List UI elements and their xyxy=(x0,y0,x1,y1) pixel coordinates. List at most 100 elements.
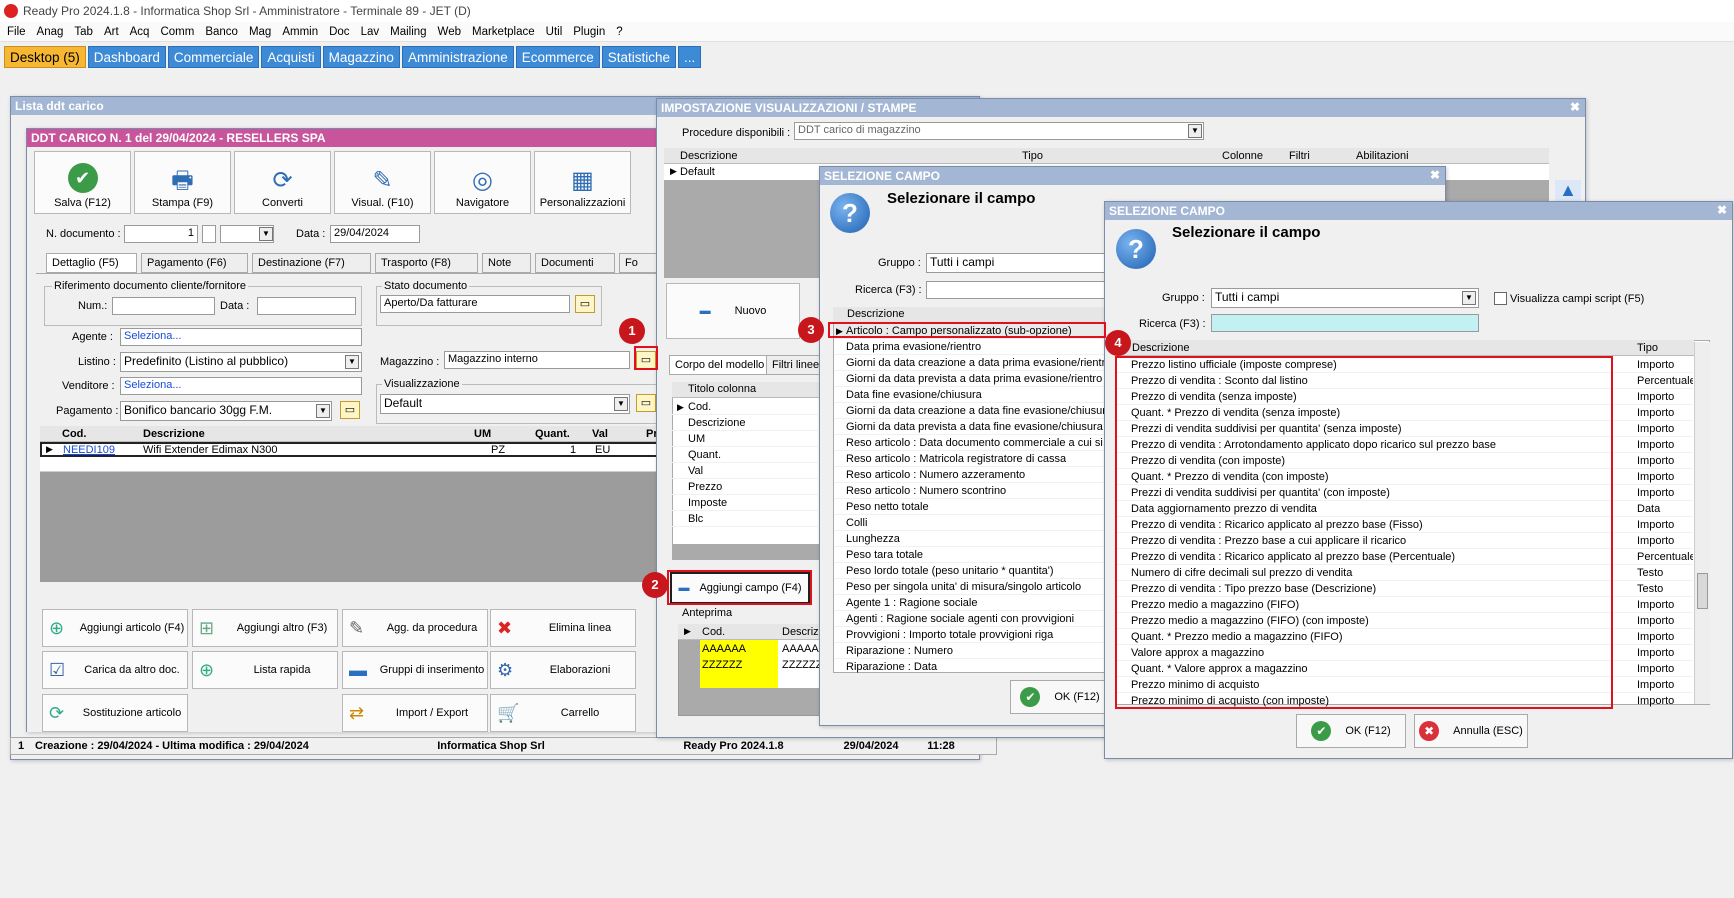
sel2-row-desc[interactable]: Data aggiornamento prezzo di vendita xyxy=(1117,502,1635,517)
listino-dropdown[interactable]: ▼ xyxy=(345,355,359,369)
ddt-subtab-2[interactable]: Destinazione (F7) xyxy=(252,253,371,273)
close-icon[interactable]: ✖ xyxy=(1717,203,1727,217)
action-button-4[interactable]: ☑ Carica da altro doc. xyxy=(42,651,188,689)
menu-item-mailing[interactable]: Mailing xyxy=(387,26,434,38)
sel1-item[interactable]: Giorni da data creazione a data prima ev… xyxy=(834,356,1106,371)
sel1-item[interactable]: Data fine evasione/chiusura xyxy=(834,388,1106,403)
tab-statistiche[interactable]: Statistiche xyxy=(601,46,677,68)
action-button-8[interactable]: ⟳ Sostituzione articolo xyxy=(42,694,188,732)
menu-item-ammin[interactable]: Ammin xyxy=(279,26,326,38)
ddt-row-cod[interactable]: NEEDI109 xyxy=(63,444,115,456)
toolbar-button-1[interactable]: 🖶 Stampa (F9) xyxy=(134,151,231,214)
sel1-ricerca-input[interactable] xyxy=(926,281,1106,299)
sel1-gruppo-select[interactable]: Tutti i campi xyxy=(926,253,1106,273)
magazzino-folder-icon[interactable]: ▭ xyxy=(636,351,656,369)
close-icon[interactable]: ✖ xyxy=(1430,168,1440,182)
sel1-item[interactable]: Reso articolo : Data documento commercia… xyxy=(834,436,1106,451)
sel1-item[interactable]: Giorni da data creazione a data fine eva… xyxy=(834,404,1106,419)
proc-select[interactable]: DDT carico di magazzino xyxy=(794,122,1204,140)
ddt-subtab-6[interactable]: Fo xyxy=(619,253,659,273)
sel2-row-desc[interactable]: Quant. * Valore approx a magazzino xyxy=(1117,662,1635,677)
listino-select[interactable]: Predefinito (Listino al pubblico) xyxy=(120,352,362,372)
script-checkbox[interactable] xyxy=(1494,292,1507,305)
venditore-input[interactable]: Seleziona... xyxy=(120,377,362,395)
menu-item-file[interactable]: File xyxy=(4,26,34,38)
sel1-item[interactable]: Peso per singola unita' di misura/singol… xyxy=(834,580,1106,595)
col-item[interactable]: Prezzo xyxy=(672,480,818,495)
col-item[interactable]: Quant. xyxy=(672,448,818,463)
tab-more[interactable]: ... xyxy=(678,46,702,68)
pagamento-dropdown[interactable]: ▼ xyxy=(316,404,330,418)
sel2-row-desc[interactable]: Prezzo medio a magazzino (FIFO) (con imp… xyxy=(1117,614,1635,629)
sel2-row-desc[interactable]: Quant. * Prezzo di vendita (con imposte) xyxy=(1117,470,1635,485)
pagamento-folder-icon[interactable]: ▭ xyxy=(340,401,360,419)
sel1-item[interactable]: Giorni da data prevista a data prima eva… xyxy=(834,372,1106,387)
ndoc-suffix[interactable] xyxy=(202,225,216,243)
action-button-2[interactable]: ✎ Agg. da procedura xyxy=(342,609,488,647)
stato-folder-icon[interactable]: ▭ xyxy=(575,295,595,313)
ddt-subtab-0[interactable]: Dettaglio (F5) xyxy=(46,253,137,273)
sel2-scrollbar[interactable] xyxy=(1694,342,1710,704)
col-item[interactable]: Val xyxy=(672,464,818,479)
sel2-scroll-thumb[interactable] xyxy=(1697,573,1708,609)
sel2-row-desc[interactable]: Valore approx a magazzino xyxy=(1117,646,1635,661)
menu-item-anag[interactable]: Anag xyxy=(34,26,72,38)
menu-item-art[interactable]: Art xyxy=(101,26,127,38)
sel1-item[interactable]: Colli xyxy=(834,516,1106,531)
col-item[interactable]: Blc xyxy=(672,512,818,527)
sel2-row-desc[interactable]: Prezzo di vendita : Tipo prezzo base (De… xyxy=(1117,582,1635,597)
sel2-gruppo-dropdown[interactable]: ▼ xyxy=(1462,291,1476,305)
sel2-row-desc[interactable]: Prezzo di vendita : Arrotondamento appli… xyxy=(1117,438,1635,453)
tab-filtri[interactable]: Filtri linee xyxy=(766,355,826,375)
tab-ecommerce[interactable]: Ecommerce xyxy=(515,46,600,68)
toolbar-button-0[interactable]: ✔ Salva (F12) xyxy=(34,151,131,214)
sel2-row-desc[interactable]: Quant. * Prezzo medio a magazzino (FIFO) xyxy=(1117,630,1635,645)
tab-magazzino[interactable]: Magazzino xyxy=(322,46,400,68)
menu-item-acq[interactable]: Acq xyxy=(127,26,158,38)
sel2-row-desc[interactable]: Prezzi di vendita suddivisi per quantita… xyxy=(1117,486,1635,501)
sel2-row-desc[interactable]: Prezzo di vendita (senza imposte) xyxy=(1117,390,1635,405)
sel2-row-desc[interactable]: Prezzo listino ufficiale (imposte compre… xyxy=(1117,358,1635,373)
col-item[interactable]: Cod. xyxy=(672,400,818,415)
menu-item-web[interactable]: Web xyxy=(435,26,469,38)
sel2-row-desc[interactable]: Prezzo minimo di acquisto xyxy=(1117,678,1635,693)
col-item[interactable]: Descrizione xyxy=(672,416,818,431)
menu-item-tab[interactable]: Tab xyxy=(71,26,101,38)
ddt-subtab-4[interactable]: Note xyxy=(482,253,531,273)
action-button-6[interactable]: ▬ Gruppi di inserimento xyxy=(342,651,488,689)
toolbar-button-5[interactable]: ▦ Personalizzazioni xyxy=(534,151,631,214)
menu-item-marketplace[interactable]: Marketplace xyxy=(469,26,543,38)
ddt-subtab-5[interactable]: Documenti xyxy=(535,253,615,273)
proc-dropdown[interactable]: ▼ xyxy=(1188,124,1202,138)
action-button-0[interactable]: ⊕ Aggiungi articolo (F4) xyxy=(42,609,188,647)
action-button-1[interactable]: ⊞ Aggiungi altro (F3) xyxy=(192,609,338,647)
sel1-item[interactable]: Riparazione : Numero xyxy=(834,644,1106,659)
action-button-9[interactable]: ⇄ Import / Export xyxy=(342,694,488,732)
col-item[interactable]: UM xyxy=(672,432,818,447)
pagamento-select[interactable]: Bonifico bancario 30gg F.M. xyxy=(120,401,332,421)
tab-desktop[interactable]: Desktop (5) xyxy=(4,46,86,68)
action-button-3[interactable]: ✖ Elimina linea xyxy=(490,609,636,647)
sel1-item[interactable]: Reso articolo : Numero azzeramento xyxy=(834,468,1106,483)
sel2-row-desc[interactable]: Prezzi di vendita suddivisi per quantita… xyxy=(1117,422,1635,437)
ndoc-input[interactable]: 1 xyxy=(124,225,198,243)
toolbar-button-2[interactable]: ⟳ Converti xyxy=(234,151,331,214)
sel1-item[interactable]: Provvigioni : Importo totale provvigioni… xyxy=(834,628,1106,643)
nuovo-button[interactable]: ▬ Nuovo xyxy=(666,283,800,339)
menu-item-util[interactable]: Util xyxy=(543,26,571,38)
sel1-item[interactable]: Lunghezza xyxy=(834,532,1106,547)
sel1-item[interactable]: Peso netto totale xyxy=(834,500,1106,515)
rif-data-input[interactable] xyxy=(257,297,356,315)
sel1-item[interactable]: Riparazione : Data xyxy=(834,660,1106,675)
vis-folder-icon[interactable]: ▭ xyxy=(636,394,656,412)
tab-commerciale[interactable]: Commerciale xyxy=(167,46,260,68)
sel1-item[interactable]: Reso articolo : Matricola registratore d… xyxy=(834,452,1106,467)
serie-dropdown[interactable]: ▼ xyxy=(259,227,273,241)
menu-item-plugin[interactable]: Plugin xyxy=(570,26,613,38)
sel1-item[interactable]: Agente 1 : Ragione sociale xyxy=(834,596,1106,611)
ddt-row-empty[interactable] xyxy=(40,457,665,472)
num-input[interactable] xyxy=(112,297,215,315)
vis-dropdown[interactable]: ▼ xyxy=(614,397,628,411)
sel2-row-desc[interactable]: Prezzo di vendita : Prezzo base a cui ap… xyxy=(1117,534,1635,549)
sel1-item[interactable]: Data prima evasione/rientro xyxy=(834,340,1106,355)
